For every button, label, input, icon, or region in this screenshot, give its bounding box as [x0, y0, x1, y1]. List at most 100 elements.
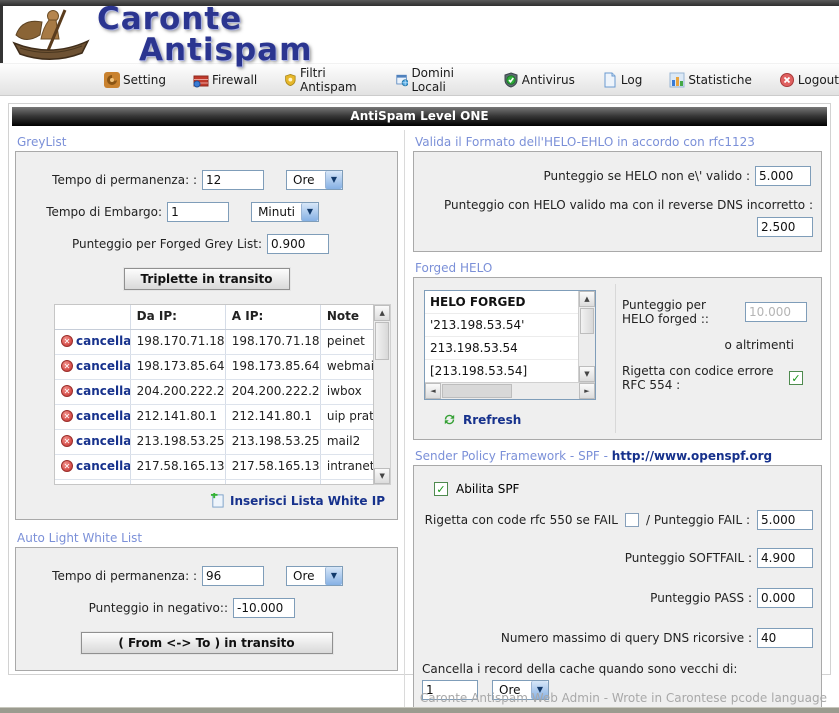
note-cell: peinet	[321, 330, 374, 354]
helo-invalid-input[interactable]	[755, 166, 811, 186]
bottom-chrome-bar	[0, 707, 839, 713]
firewall-icon	[193, 72, 209, 88]
cancella-link[interactable]: cancella	[61, 334, 124, 348]
list-item[interactable]: [213.198.53.54]	[425, 360, 578, 382]
listbox-vertical-scrollbar[interactable]: ▲ ▼	[578, 291, 595, 382]
table-row: cancella 198.173.85.64 198.173.85.64 web…	[55, 355, 373, 380]
pass-input[interactable]	[757, 588, 813, 608]
delete-icon	[61, 335, 73, 347]
cancella-link[interactable]: cancella	[61, 434, 124, 448]
rfc554-label: Rigetta con codice errore RFC 554 :	[622, 364, 784, 392]
nav-label: Firewall	[212, 73, 257, 87]
table-row: cancella 212.141.80.1 212.141.80.1 uip p…	[55, 405, 373, 430]
fail-input[interactable]	[757, 510, 813, 530]
nav-label: Log	[621, 73, 642, 87]
permanenza-input[interactable]	[202, 170, 264, 190]
scroll-left-icon[interactable]: ◄	[425, 383, 441, 399]
chevron-down-icon	[301, 203, 318, 221]
da-ip-cell: 198.173.85.64	[131, 355, 226, 379]
nav-label: Antivirus	[522, 73, 575, 87]
refresh-link[interactable]: Rrefresh	[463, 413, 521, 427]
da-ip-cell: 212.141.80.1	[131, 405, 226, 429]
domains-icon	[396, 72, 409, 88]
list-item[interactable]: 213.198.53.54	[425, 337, 578, 360]
note-cell: webmail	[321, 355, 374, 379]
scroll-up-icon[interactable]: ▲	[579, 291, 595, 307]
scroll-right-icon[interactable]: ►	[579, 383, 595, 399]
cancella-link[interactable]: cancella	[61, 359, 124, 373]
table-row: cancella 213.198.53.250 213.198.53.250 m…	[55, 430, 373, 455]
main-navbar: Setting Firewall Filtri Antispam Domini …	[0, 63, 839, 96]
openspf-link[interactable]: http://www.openspf.org	[612, 449, 772, 463]
rfc550-checkbox[interactable]	[625, 513, 639, 527]
header-cell: Note	[321, 305, 374, 329]
fail-label: / Punteggio FAIL :	[646, 513, 750, 527]
caronte-antispam-page: Caronte Antispam Setting Firewall Filtri…	[0, 0, 839, 713]
selected-option: Ore	[287, 567, 325, 585]
listbox-header: HELO FORGED	[425, 291, 578, 314]
aw-unit-select[interactable]: Ore	[286, 566, 343, 586]
app-title-line2: Antispam	[139, 35, 312, 66]
scroll-down-icon[interactable]: ▼	[374, 468, 390, 484]
scrollbar-thumb[interactable]	[375, 322, 389, 360]
forged-greylist-input[interactable]	[267, 234, 329, 254]
helo-forged-score-input[interactable]	[745, 302, 807, 322]
helo-reverse-label: Punteggio con HELO valido ma con il reve…	[420, 198, 813, 212]
note-cell: intranet	[321, 455, 374, 479]
da-ip-cell: 204.200.222.210	[131, 380, 226, 404]
antivirus-shield-icon	[503, 72, 519, 88]
helo-reverse-input[interactable]	[757, 217, 813, 237]
embargo-label: Tempo di Embargo:	[46, 205, 162, 219]
table-vertical-scrollbar[interactable]: ▲ ▼	[374, 304, 391, 485]
add-page-icon	[210, 493, 225, 508]
listbox-horizontal-scrollbar[interactable]: ◄ ►	[425, 382, 595, 399]
abilita-spf-checkbox[interactable]	[434, 482, 448, 496]
nav-item-statistiche[interactable]: Statistiche	[669, 72, 752, 88]
nav-item-firewall[interactable]: Firewall	[193, 72, 257, 88]
nav-item-filtri-antispam[interactable]: Filtri Antispam	[284, 66, 368, 94]
nav-item-logout[interactable]: Logout	[779, 72, 839, 88]
rfc554-checkbox[interactable]	[789, 371, 803, 385]
softfail-input[interactable]	[757, 548, 813, 568]
nav-item-log[interactable]: Log	[602, 72, 642, 88]
cancella-link[interactable]: cancella	[61, 384, 124, 398]
header-cell: Da IP:	[131, 305, 226, 329]
refresh-icon	[442, 412, 457, 427]
aw-permanenza-label: Tempo di permanenza: :	[52, 569, 197, 583]
dns-query-input[interactable]	[757, 628, 813, 648]
nav-label: Filtri Antispam	[300, 66, 369, 94]
forged-helo-fieldset: HELO FORGED '213.198.53.54' 213.198.53.5…	[413, 277, 822, 440]
fromto-button[interactable]: ( From <-> To ) in transito	[81, 632, 333, 654]
embargo-unit-select[interactable]: Minuti	[251, 202, 319, 222]
negativo-input[interactable]	[233, 598, 295, 618]
nav-label: Domini Locali	[411, 66, 475, 94]
scrollbar-thumb[interactable]	[580, 308, 594, 334]
nav-item-antivirus[interactable]: Antivirus	[503, 72, 575, 88]
forged-greylist-label: Punteggio per Forged Grey List:	[72, 237, 262, 251]
embargo-input[interactable]	[167, 202, 229, 222]
spf-title: Sender Policy Framework - SPF - http://w…	[413, 446, 822, 465]
scrollbar-thumb[interactable]	[442, 384, 512, 398]
scroll-up-icon[interactable]: ▲	[374, 305, 390, 321]
triplette-button[interactable]: Triplette in transito	[124, 268, 290, 290]
da-ip-cell: 213.198.53.250	[131, 430, 226, 454]
nav-item-setting[interactable]: Setting	[104, 72, 166, 88]
selected-option: Minuti	[252, 203, 301, 221]
cancella-link[interactable]: cancella	[61, 409, 124, 423]
permanenza-label: Tempo di permanenza: :	[52, 173, 197, 187]
aw-permanenza-input[interactable]	[202, 566, 264, 586]
nav-item-domini-locali[interactable]: Domini Locali	[396, 66, 476, 94]
a-ip-cell: 198.170.71.184	[226, 330, 321, 354]
pass-label: Punteggio PASS :	[650, 591, 752, 605]
cancella-link[interactable]: cancella	[61, 459, 124, 473]
list-item[interactable]: '213.198.53.54'	[425, 314, 578, 337]
scroll-down-icon[interactable]: ▼	[579, 366, 595, 382]
permanenza-unit-select[interactable]: Ore	[286, 170, 343, 190]
setting-icon	[104, 72, 120, 88]
insert-white-ip-link[interactable]: Inserisci Lista White IP	[210, 493, 385, 508]
table-row: cancella 198.170.71.184 198.170.71.184 p…	[55, 330, 373, 355]
auto-white-title: Auto Light White List	[15, 528, 398, 547]
greylist-table: Da IP: A IP: Note cancella 198.170.71.18…	[54, 304, 391, 485]
helo-forged-listbox[interactable]: HELO FORGED '213.198.53.54' 213.198.53.5…	[424, 290, 596, 400]
note-cell: uip prates	[321, 405, 374, 429]
